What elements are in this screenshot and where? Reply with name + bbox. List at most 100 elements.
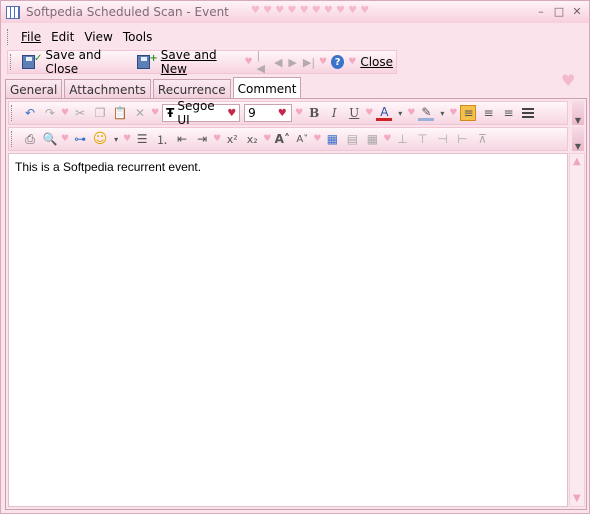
highlight-icon[interactable]: ✎ — [418, 105, 435, 121]
justify-icon[interactable] — [520, 105, 536, 121]
find-icon[interactable]: ⊶ — [72, 131, 88, 147]
next-record-icon[interactable]: ▶ — [285, 56, 299, 69]
table-icon[interactable]: ▤ — [344, 131, 360, 147]
align-center-icon[interactable]: ≡ — [480, 105, 496, 121]
tab-recurrence[interactable]: Recurrence — [152, 79, 231, 99]
align-left-icon[interactable]: ≡ — [460, 105, 477, 121]
heart-separator-icon: ♥ — [263, 134, 272, 144]
menu-grip[interactable] — [7, 29, 10, 45]
close-label: Close — [360, 55, 394, 69]
superscript-icon[interactable]: x² — [224, 131, 240, 147]
toolbar-grip[interactable] — [10, 54, 13, 70]
insert-table-icon[interactable]: ▦ — [324, 131, 340, 147]
cut-icon[interactable]: ✂ — [72, 105, 88, 121]
menu-tools-label: Tools — [122, 30, 153, 44]
font-size-select[interactable]: 9 ♥ — [244, 104, 293, 122]
grow-font-icon[interactable]: A˄ — [274, 131, 290, 147]
heart-separator-icon: ♥ — [295, 108, 304, 118]
font-color-icon[interactable]: A — [376, 105, 393, 121]
heart-separator-icon: ♥ — [123, 134, 132, 144]
insert-row-above-icon[interactable]: ⊥ — [394, 131, 410, 147]
delete-cells-icon[interactable]: ⊼ — [474, 131, 490, 147]
heart-separator-icon: ♥ — [407, 108, 416, 118]
tab-strip: General Attachments Recurrence Comment — [5, 77, 303, 99]
paste-icon[interactable]: 📋 — [112, 105, 128, 121]
save-icon — [137, 55, 151, 69]
toolbar-overflow-icon[interactable]: ▼ — [572, 101, 584, 125]
plus-icon: ✓ — [34, 52, 43, 64]
scroll-up-icon[interactable]: ▲ — [573, 156, 581, 167]
editor-text: This is a Softpedia recurrent event. — [15, 160, 202, 174]
scroll-down-icon[interactable]: ▼ — [573, 493, 581, 504]
maximize-button[interactable]: □ — [551, 4, 567, 18]
previous-record-icon[interactable]: ◀ — [271, 56, 285, 69]
shrink-font-icon[interactable]: A˅ — [294, 131, 310, 147]
bullet-list-icon[interactable]: ☰ — [134, 131, 150, 147]
heart-separator-icon: ♥ — [244, 57, 253, 67]
undo-icon[interactable]: ↶ — [22, 105, 38, 121]
tab-comment[interactable]: Comment — [232, 77, 302, 99]
close-window-button[interactable]: ✕ — [569, 4, 585, 18]
bold-icon[interactable]: B — [306, 105, 322, 121]
emoticon-icon[interactable]: ☺ — [92, 131, 108, 147]
underline-icon[interactable]: U — [346, 105, 362, 121]
emoticon-dropdown-icon[interactable]: ▾ — [112, 131, 120, 147]
decrease-indent-icon[interactable]: ⇤ — [174, 131, 190, 147]
menu-bar: File Edit View Tools — [7, 28, 157, 46]
font-icon: Ŧ — [166, 106, 175, 120]
menu-view[interactable]: View — [79, 30, 117, 44]
tab-general[interactable]: General — [5, 79, 63, 99]
print-preview-icon[interactable]: 🔍 — [42, 131, 58, 147]
heart-separator-icon: ♥ — [365, 108, 374, 118]
menu-view-label: View — [84, 30, 113, 44]
menu-file-label: File — [21, 30, 42, 44]
heart-separator-icon: ♥ — [449, 108, 458, 118]
menu-edit[interactable]: Edit — [46, 30, 79, 44]
insert-column-right-icon[interactable]: ⊢ — [454, 131, 470, 147]
save-and-new-label: Save and New — [160, 48, 217, 76]
heart-separator-icon: ♥ — [61, 108, 70, 118]
increase-indent-icon[interactable]: ⇥ — [194, 131, 210, 147]
print-icon[interactable]: ⎙ — [22, 131, 38, 147]
first-record-icon[interactable]: |◀ — [254, 49, 271, 75]
vertical-scrollbar[interactable]: ▲ ▼ — [569, 153, 585, 507]
dropdown-heart-icon: ♥ — [277, 107, 287, 119]
table-grid-icon[interactable]: ▦ — [364, 131, 380, 147]
format-toolbar-1: ↶ ↷ ♥ ✂ ❐ 📋 ✕ ♥ Ŧ Segoe UI ♥ 9 ♥ ♥ B I U… — [8, 99, 568, 127]
window-controls: – □ ✕ — [533, 4, 585, 18]
tab-attachments[interactable]: Attachments — [64, 79, 151, 99]
toolbar-grip[interactable] — [11, 105, 14, 121]
calendar-icon — [6, 5, 20, 19]
copy-icon[interactable]: ❐ — [92, 105, 108, 121]
window-title: Softpedia Scheduled Scan - Event — [26, 5, 229, 19]
subscript-icon[interactable]: x₂ — [244, 131, 260, 147]
save-and-new-button[interactable]: + Save and New — [134, 48, 243, 76]
font-name-select[interactable]: Ŧ Segoe UI ♥ — [162, 99, 241, 127]
toolbar-grip[interactable] — [11, 131, 14, 147]
last-record-icon[interactable]: ▶| — [300, 56, 318, 69]
menu-tools[interactable]: Tools — [118, 30, 158, 44]
save-and-close-button[interactable]: ✓ Save and Close — [19, 48, 134, 76]
comment-panel: ↶ ↷ ♥ ✂ ❐ 📋 ✕ ♥ Ŧ Segoe UI ♥ 9 ♥ ♥ B I U… — [5, 98, 587, 510]
redo-icon[interactable]: ↷ — [42, 105, 58, 121]
plus-icon: + — [149, 52, 158, 64]
insert-column-left-icon[interactable]: ⊣ — [434, 131, 450, 147]
highlight-dropdown-icon[interactable]: ▾ — [438, 105, 446, 121]
minimize-button[interactable]: – — [533, 4, 549, 18]
insert-row-below-icon[interactable]: ⊤ — [414, 131, 430, 147]
toolbar-overflow-icon[interactable]: ▼ — [572, 127, 584, 151]
delete-icon[interactable]: ✕ — [132, 105, 148, 121]
numbered-list-icon[interactable]: ⒈ — [154, 131, 170, 147]
align-right-icon[interactable]: ≡ — [500, 105, 516, 121]
comment-editor[interactable]: This is a Softpedia recurrent event. — [8, 153, 568, 507]
close-button[interactable]: Close — [357, 55, 396, 69]
menu-file[interactable]: File — [16, 30, 46, 44]
font-color-dropdown-icon[interactable]: ▾ — [396, 105, 404, 121]
format-toolbar-2: ⎙ 🔍 ♥ ⊶ ☺ ▾ ♥ ☰ ⒈ ⇤ ⇥ ♥ x² x₂ ♥ A˄ A˅ ♥ … — [8, 127, 568, 151]
italic-icon[interactable]: I — [326, 105, 342, 121]
help-icon[interactable]: ? — [331, 55, 345, 69]
event-window: Softpedia Scheduled Scan - Event ♥ ♥ ♥ ♥… — [0, 0, 590, 514]
heart-separator-icon: ♥ — [61, 134, 70, 144]
font-size-value: 9 — [248, 106, 256, 120]
heart-separator-icon: ♥ — [213, 134, 222, 144]
